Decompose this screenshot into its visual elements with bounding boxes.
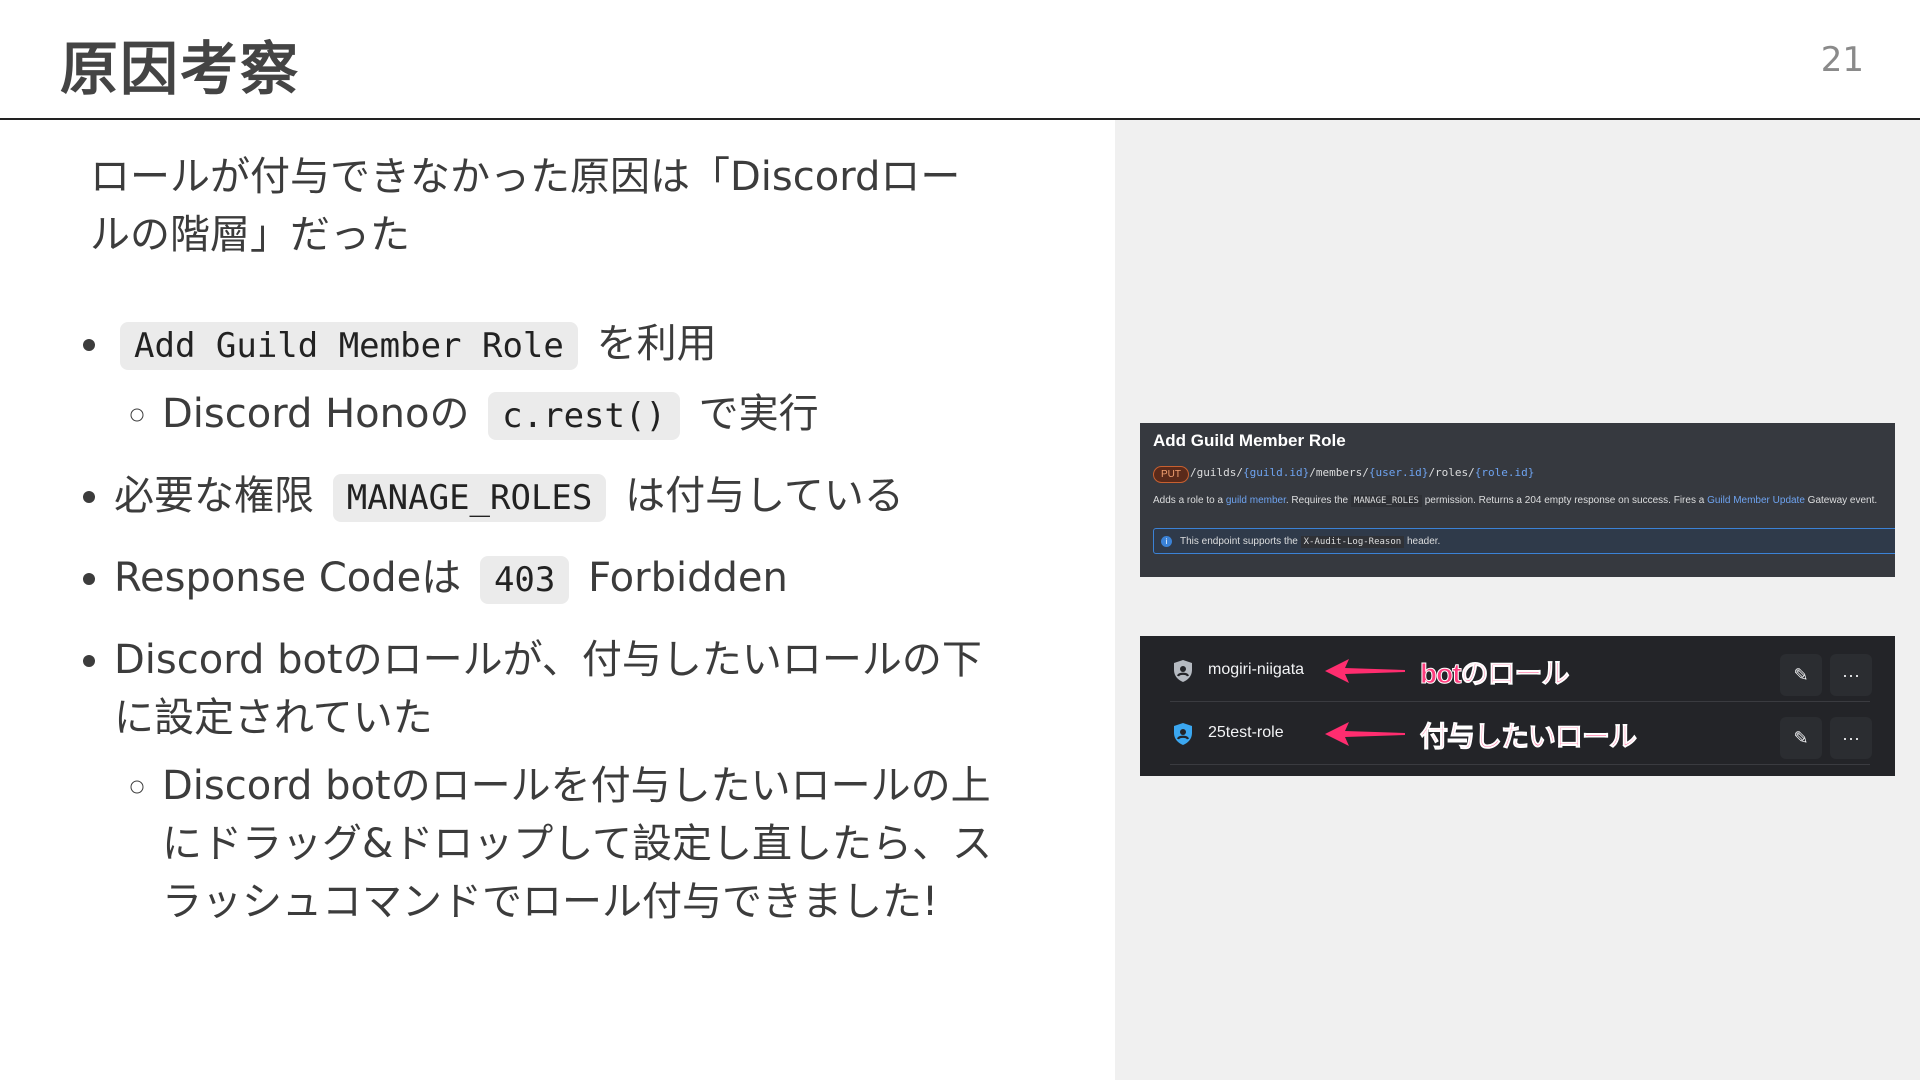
inline-code: Add Guild Member Role <box>120 322 578 370</box>
shield-icon <box>1174 723 1192 745</box>
lead-text: ロールが付与できなかった原因は「Discordロールの階層」だった <box>90 154 961 258</box>
desc-code: MANAGE_ROLES <box>1350 495 1422 507</box>
edit-role-button[interactable]: ✎ <box>1780 654 1822 696</box>
path-segment: /guilds/ <box>1190 466 1243 479</box>
more-options-button[interactable]: ··· <box>1830 654 1872 696</box>
screenshots-pane: Add Guild Member Role PUT /guilds/{guild… <box>1115 120 1920 1080</box>
path-variable: {guild.id} <box>1242 466 1310 479</box>
desc-text: permission. Returns a 204 empty response… <box>1421 495 1708 506</box>
path-segment: /members/ <box>1309 466 1369 479</box>
role-row: 25test-role 付与したいロール ✎ ··· <box>1170 704 1872 765</box>
inline-code: c.rest() <box>488 392 680 440</box>
bullet-item: Add Guild Member Role を利用 Discord Honoの … <box>114 315 1014 445</box>
desc-text: Gateway event. <box>1804 495 1878 506</box>
bullet-text: は付与している <box>625 473 904 519</box>
sub-list: Discord Honoの c.rest() で実行 <box>114 385 1014 445</box>
note-text: This endpoint supports the <box>1180 536 1301 547</box>
bullet-list: Add Guild Member Role を利用 Discord Honoの … <box>80 315 1014 953</box>
bullet-item: Response Codeは 403 Forbidden <box>114 549 1014 609</box>
api-title: Add Guild Member Role <box>1153 431 1346 450</box>
path-segment: /roles/ <box>1428 466 1475 479</box>
bullet-text: Discord botのロールを付与したいロールの上にドラッグ&ドロップして設定… <box>162 763 992 925</box>
bullet-text: Forbidden <box>588 555 788 601</box>
sub-bullet-item: Discord Honoの c.rest() で実行 <box>162 385 1014 445</box>
page-number: 21 <box>1820 40 1864 80</box>
sub-bullet-item: Discord botのロールを付与したいロールの上にドラッグ&ドロップして設定… <box>162 757 1014 931</box>
inline-code: MANAGE_ROLES <box>332 474 607 522</box>
inline-code: 403 <box>479 556 570 604</box>
role-annotation: botのロール <box>1420 658 1571 690</box>
role-name: mogiri-niigata <box>1208 661 1305 678</box>
method-badge: PUT <box>1153 466 1189 483</box>
note-code: X-Audit-Log-Reason <box>1300 536 1405 548</box>
guild-member-update-link: Guild Member Update <box>1707 495 1805 506</box>
endpoint-path: /guilds/{guild.id}/members/{user.id}/rol… <box>1190 466 1534 479</box>
bullet-item: 必要な権限 MANAGE_ROLES は付与している <box>114 467 1014 527</box>
guild-member-link: guild member <box>1225 495 1286 506</box>
bullet-text: Discord Honoの <box>162 391 470 437</box>
info-icon: i <box>1161 536 1172 547</box>
role-row: mogiri-niigata botのロール ✎ ··· <box>1170 641 1872 702</box>
audit-log-note: i This endpoint supports the X-Audit-Log… <box>1153 528 1895 554</box>
role-name: 25test-role <box>1208 724 1284 741</box>
bullet-item: Discord botのロールが、付与したいロールの下に設定されていた Disc… <box>114 631 1014 931</box>
path-variable: {user.id} <box>1368 466 1429 479</box>
edit-role-button[interactable]: ✎ <box>1780 717 1822 759</box>
roles-screenshot: mogiri-niigata botのロール ✎ ··· 25test-role… <box>1140 636 1895 776</box>
sub-list: Discord botのロールを付与したいロールの上にドラッグ&ドロップして設定… <box>114 757 1014 931</box>
path-variable: {role.id} <box>1474 466 1535 479</box>
desc-text: . Requires the <box>1285 495 1351 506</box>
slide-header: 原因考察 21 <box>0 0 1920 120</box>
bullet-text: Response Codeは <box>114 555 462 601</box>
shield-icon <box>1174 660 1192 682</box>
slide-title: 原因考察 <box>60 35 301 103</box>
bullet-text: を利用 <box>596 321 717 367</box>
content-pane: ロールが付与できなかった原因は「Discordロールの階層」だった Add Gu… <box>0 120 1115 1080</box>
arrow-icon <box>1325 722 1405 746</box>
more-options-button[interactable]: ··· <box>1830 717 1872 759</box>
bullet-text: Discord botのロールが、付与したいロールの下に設定されていた <box>114 637 982 741</box>
endpoint-description: Adds a role to a guild member. Requires … <box>1153 495 1878 507</box>
desc-text: Adds a role to a <box>1153 495 1226 506</box>
bullet-text: で実行 <box>698 391 819 437</box>
role-annotation: 付与したいロール <box>1419 721 1637 753</box>
bullet-text: 必要な権限 <box>114 473 314 519</box>
api-doc-screenshot: Add Guild Member Role PUT /guilds/{guild… <box>1140 423 1895 577</box>
arrow-icon <box>1325 659 1405 683</box>
note-text: header. <box>1404 536 1441 547</box>
